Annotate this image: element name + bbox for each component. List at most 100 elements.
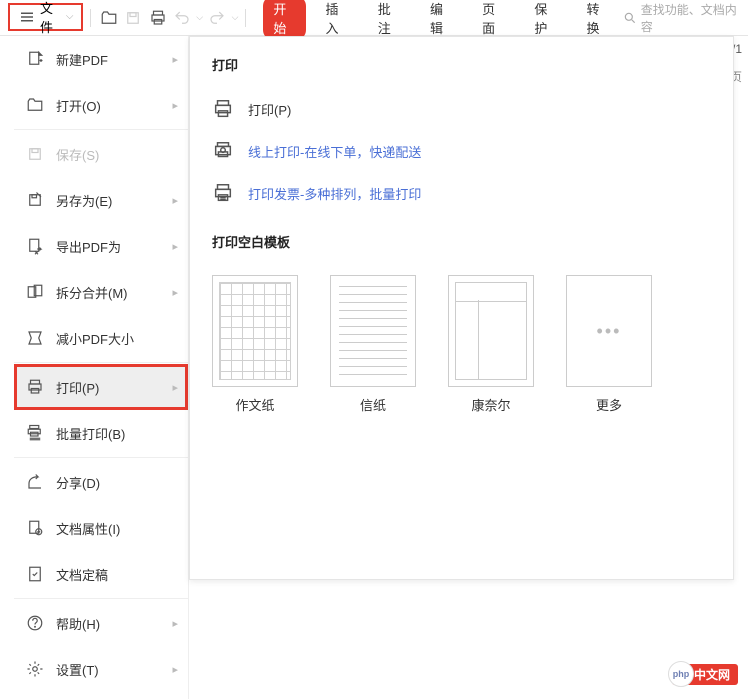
export-icon: [26, 237, 44, 255]
template-thumb: [212, 275, 298, 387]
menu-save-as[interactable]: 另存为(E) ▸: [14, 177, 188, 223]
save-as-icon: [26, 191, 44, 209]
separator: [14, 457, 188, 458]
split-merge-icon: [26, 283, 44, 301]
menu-label: 保存(S): [56, 145, 99, 164]
top-toolbar: 文件 ⌵ ⌵ ⌵ 开始 插入 批注 编辑 页面 保护 转换 查找功能、文档内容: [0, 0, 748, 36]
chevron-right-icon: ▸: [172, 53, 178, 66]
menu-label: 帮助(H): [56, 614, 100, 633]
menu-share[interactable]: 分享(D): [14, 459, 188, 505]
tab-annotate[interactable]: 批注: [368, 0, 410, 40]
search-icon: [623, 11, 637, 25]
separator: [245, 9, 246, 27]
properties-icon: [26, 519, 44, 537]
search-placeholder: 查找功能、文档内容: [641, 1, 740, 35]
separator: [90, 9, 91, 27]
more-icon: •••: [566, 275, 652, 387]
template-label: 作文纸: [235, 395, 274, 414]
template-essay-paper[interactable]: 作文纸: [212, 275, 298, 414]
file-menu-button[interactable]: 文件 ⌵: [8, 3, 83, 31]
menu-export-pdf[interactable]: 导出PDF为 ▸: [14, 223, 188, 269]
hamburger-icon: [18, 8, 36, 26]
print-icon: [212, 98, 234, 120]
menu-finalize[interactable]: 文档定稿: [14, 551, 188, 597]
file-menu-panel: 新建PDF ▸ 打开(O) ▸ 保存(S) 另存为(E) ▸ 导出PDF为 ▸ …: [14, 36, 189, 699]
watermark-text: 中文网: [694, 666, 730, 683]
redo-dropdown-icon[interactable]: ⌵: [232, 12, 239, 23]
menu-settings[interactable]: 设置(T) ▸: [14, 646, 188, 692]
batch-print-icon: [26, 424, 44, 442]
chevron-down-icon: ⌵: [66, 11, 74, 22]
menu-split-merge[interactable]: 拆分合并(M) ▸: [14, 269, 188, 315]
save-icon[interactable]: [123, 7, 143, 29]
chevron-right-icon: ▸: [172, 240, 178, 253]
menu-label: 设置(T): [56, 660, 99, 679]
invoice-print-icon: [212, 182, 234, 204]
search-box[interactable]: 查找功能、文档内容: [623, 1, 740, 35]
tab-insert[interactable]: 插入: [316, 0, 358, 40]
undo-dropdown-icon[interactable]: ⌵: [196, 12, 203, 23]
save-icon: [26, 145, 44, 163]
php-watermark: 中文网: [672, 664, 738, 685]
chevron-right-icon: ▸: [172, 663, 178, 676]
menu-label: 导出PDF为: [56, 237, 121, 256]
template-more[interactable]: ••• 更多: [566, 275, 652, 414]
open-folder-icon[interactable]: [98, 7, 118, 29]
tab-convert[interactable]: 转换: [577, 0, 619, 40]
template-thumb: [448, 275, 534, 387]
template-letter-paper[interactable]: 信纸: [330, 275, 416, 414]
print-icon: [26, 378, 44, 396]
sub-label: 打印(P): [248, 100, 291, 119]
redo-icon[interactable]: [207, 7, 227, 29]
chevron-right-icon: ▸: [172, 617, 178, 630]
sub-invoice-print[interactable]: 打印发票-多种排列，批量打印: [212, 172, 711, 214]
template-label: 信纸: [360, 395, 386, 414]
help-icon: [26, 614, 44, 632]
chevron-right-icon: ▸: [172, 194, 178, 207]
menu-label: 打印(P): [56, 378, 99, 397]
menu-help[interactable]: 帮助(H) ▸: [14, 600, 188, 646]
sub-print[interactable]: 打印(P): [212, 88, 711, 130]
chevron-right-icon: ▸: [172, 286, 178, 299]
menu-doc-properties[interactable]: 文档属性(I): [14, 505, 188, 551]
separator: [14, 362, 188, 363]
tab-edit[interactable]: 编辑: [420, 0, 462, 40]
tab-start[interactable]: 开始: [263, 0, 305, 40]
print-icon[interactable]: [147, 7, 167, 29]
template-thumb: [330, 275, 416, 387]
online-print-icon: [212, 140, 234, 162]
menu-print[interactable]: 打印(P) ▸: [14, 364, 188, 410]
template-label: 康奈尔: [471, 395, 510, 414]
print-submenu-panel: 打印 打印(P) 线上打印-在线下单，快递配送 打印发票-多种排列，批量打印 打…: [189, 36, 734, 580]
chevron-right-icon: ▸: [172, 381, 178, 394]
sub-online-print[interactable]: 线上打印-在线下单，快递配送: [212, 130, 711, 172]
share-icon: [26, 473, 44, 491]
sub-title-templates: 打印空白模板: [212, 232, 711, 251]
menu-label: 另存为(E): [56, 191, 112, 210]
menu-label: 拆分合并(M): [56, 283, 128, 302]
menu-label: 文档定稿: [56, 565, 108, 584]
menu-save: 保存(S): [14, 131, 188, 177]
template-grid: 作文纸 信纸 康奈尔 ••• 更多: [212, 275, 711, 414]
tab-protect[interactable]: 保护: [524, 0, 566, 40]
template-label: 更多: [596, 395, 622, 414]
new-pdf-icon: [26, 50, 44, 68]
menu-batch-print[interactable]: 批量打印(B): [14, 410, 188, 456]
compress-icon: [26, 329, 44, 347]
menu-label: 批量打印(B): [56, 424, 125, 443]
menu-reduce-size[interactable]: 减小PDF大小: [14, 315, 188, 361]
undo-icon[interactable]: [172, 7, 192, 29]
gear-icon: [26, 660, 44, 678]
chevron-right-icon: ▸: [172, 99, 178, 112]
finalize-icon: [26, 565, 44, 583]
separator: [14, 129, 188, 130]
menu-open[interactable]: 打开(O) ▸: [14, 82, 188, 128]
sub-title-print: 打印: [212, 55, 711, 74]
separator: [14, 598, 188, 599]
tab-page[interactable]: 页面: [472, 0, 514, 40]
menu-new-pdf[interactable]: 新建PDF ▸: [14, 36, 188, 82]
sub-label: 线上打印-在线下单，快递配送: [248, 142, 421, 161]
template-cornell[interactable]: 康奈尔: [448, 275, 534, 414]
menu-label: 文档属性(I): [56, 519, 120, 538]
menu-label: 分享(D): [56, 473, 100, 492]
